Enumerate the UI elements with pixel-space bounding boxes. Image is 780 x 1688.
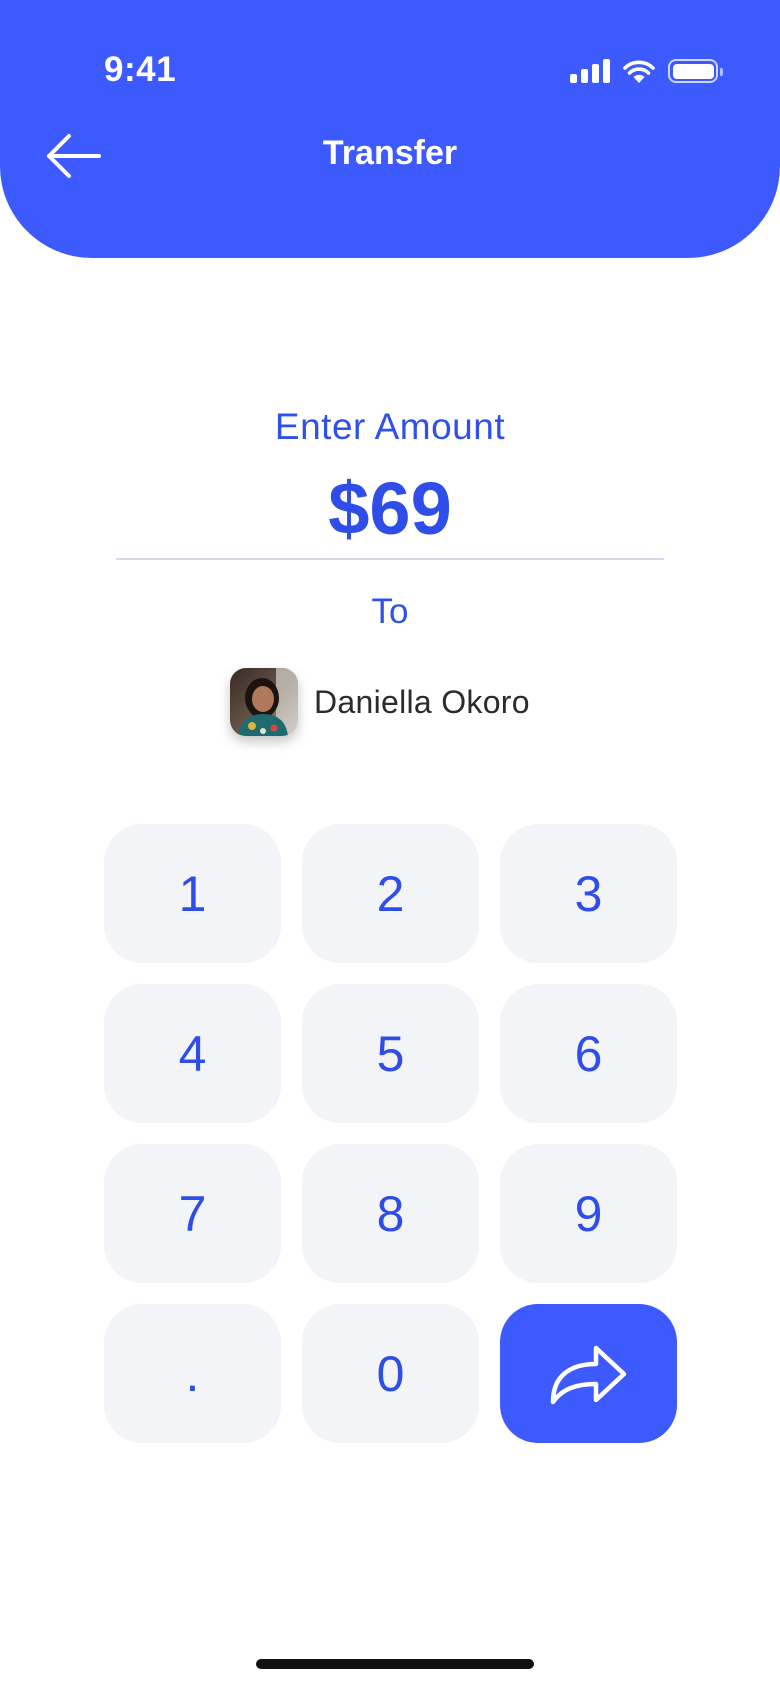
status-time: 9:41 [104, 50, 177, 89]
key-1[interactable]: 1 [104, 824, 281, 963]
signal-icon [570, 59, 610, 83]
home-indicator [256, 1659, 534, 1669]
status-icons [570, 56, 723, 86]
number-keypad: 1 2 3 4 5 6 7 8 9 . 0 [104, 824, 678, 1443]
avatar [230, 668, 298, 736]
key-6[interactable]: 6 [500, 984, 677, 1123]
recipient[interactable]: Daniella Okoro [230, 668, 530, 736]
amount-display[interactable]: $69 [0, 466, 780, 551]
key-4[interactable]: 4 [104, 984, 281, 1123]
amount-divider [116, 558, 664, 560]
share-forward-icon [550, 1345, 626, 1404]
to-label: To [371, 592, 409, 631]
key-decimal[interactable]: . [104, 1304, 281, 1443]
key-2[interactable]: 2 [302, 824, 479, 963]
page-title: Transfer [322, 134, 458, 172]
battery-icon [668, 59, 723, 83]
send-button[interactable] [500, 1304, 677, 1443]
key-8[interactable]: 8 [302, 1144, 479, 1283]
key-3[interactable]: 3 [500, 824, 677, 963]
key-5[interactable]: 5 [302, 984, 479, 1123]
header-bar: 9:41 Transfer [0, 0, 780, 258]
key-9[interactable]: 9 [500, 1144, 677, 1283]
enter-amount-label: Enter Amount [274, 406, 506, 447]
recipient-name: Daniella Okoro [314, 683, 530, 720]
key-7[interactable]: 7 [104, 1144, 281, 1283]
key-0[interactable]: 0 [302, 1304, 479, 1443]
wifi-icon [623, 60, 655, 83]
